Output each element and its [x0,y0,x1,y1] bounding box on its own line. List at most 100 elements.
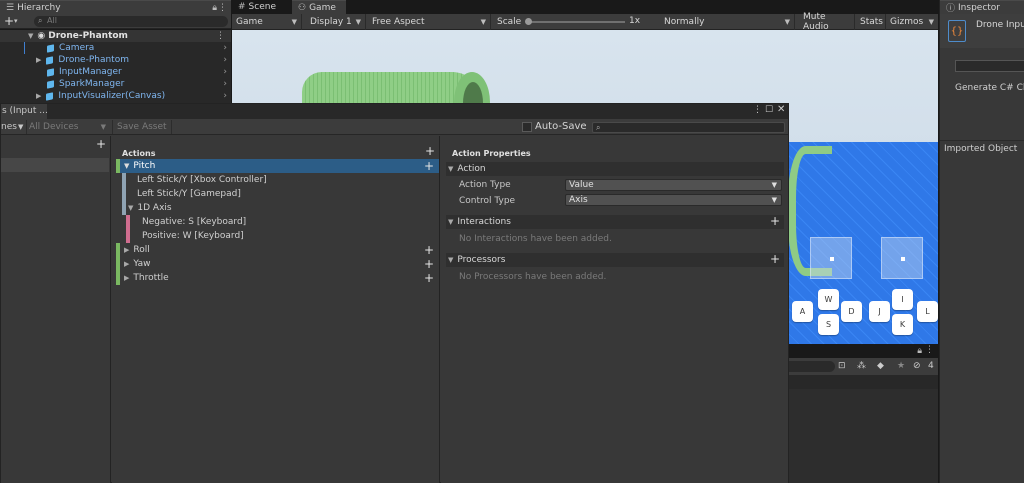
stats-button[interactable]: Stats [856,14,886,30]
chevron-right-icon[interactable]: › [223,43,227,53]
add-binding-button[interactable]: + [424,272,434,284]
lock-icon[interactable]: 🔒︎ [917,346,922,356]
interactions-section-header[interactable]: ▼ Interactions + [446,215,784,229]
binding-row-xbox[interactable]: Left Stick/Y [Xbox Controller] [116,173,439,187]
expand-triangle-icon[interactable]: ▶ [36,56,41,64]
autosave-checkbox[interactable] [522,122,532,132]
dropdown-arrow-icon: ▼ [928,18,934,26]
generate-csharp-class-toggle[interactable]: Generate C# Cla [955,83,1024,93]
composite-row-1d-axis[interactable]: ▼ 1D Axis [116,201,439,215]
scale-slider-track[interactable] [529,21,625,23]
maximize-icon[interactable]: ☐ [765,105,773,115]
devices-dropdown[interactable]: All Devices ▼ [26,120,108,134]
display-dropdown[interactable]: Display 1 ▼ [306,14,366,30]
hierarchy-search-input[interactable]: ⌕ All [34,16,228,27]
aspect-dropdown[interactable]: Free Aspect ▼ [368,14,491,30]
action-row-throttle[interactable]: ▶ Throttle + [116,271,439,285]
action-section-header[interactable]: ▼ Action [446,162,784,176]
expand-triangle-icon[interactable]: ▼ [28,32,33,40]
dropdown-arrow-icon: ▼ [480,18,486,26]
action-row-roll[interactable]: ▶ Roll + [116,243,439,257]
control-schemes-dropdown[interactable]: nes▼ [1,120,23,134]
binding-color-stripe [122,201,126,215]
add-binding-button[interactable]: + [424,244,434,256]
expand-triangle-icon[interactable]: ▼ [448,218,453,226]
expand-triangle-icon[interactable]: ▼ [448,165,453,173]
more-options-icon[interactable]: ⋮ [753,105,762,115]
add-dropdown-arrow-icon[interactable]: ▾ [14,17,18,25]
add-button[interactable]: + [4,14,14,28]
binding-row-gamepad[interactable]: Left Stick/Y [Gamepad] [116,187,439,201]
chevron-right-icon[interactable]: › [223,55,227,65]
binding-color-stripe [122,173,126,187]
collapsed-triangle-icon[interactable]: ▶ [124,246,129,254]
gameobject-cube-icon [46,68,55,77]
window-title-tab[interactable]: s (Input ... [1,104,47,119]
add-binding-button[interactable]: + [424,160,434,172]
action-map-row[interactable] [1,158,109,172]
asset-name-field[interactable] [955,60,1024,72]
action-row-yaw[interactable]: ▶ Yaw + [116,257,439,271]
action-type-dropdown[interactable]: Value ▼ [565,179,782,191]
search-by-label-icon[interactable]: ⁂ [857,361,866,371]
chevron-right-icon[interactable]: › [223,79,227,89]
tab-game[interactable]: ⚇ Game [292,0,346,14]
scene-grid-icon: # [238,2,246,12]
scale-slider-thumb[interactable] [525,18,532,25]
hierarchy-item-inputvisualizer[interactable]: ▶ InputVisualizer(Canvas) › [0,90,231,102]
project-search-input[interactable] [789,361,835,372]
more-options-icon[interactable]: ⋮ [218,3,227,13]
action-search-input[interactable]: ⌕ [592,122,785,133]
vsync-dropdown[interactable]: Normally ▼ [660,14,795,30]
binding-row-negative[interactable]: Negative: S [Keyboard] [116,215,439,229]
collapsed-triangle-icon[interactable]: ▶ [124,260,129,268]
control-type-dropdown[interactable]: Axis ▼ [565,194,782,206]
binding-row-positive[interactable]: Positive: W [Keyboard] [116,229,439,243]
favorite-star-icon[interactable]: ★ [897,361,905,371]
key-l: L [917,301,938,322]
lock-icon[interactable]: 🔒︎ [212,3,217,13]
scale-slider[interactable]: Scale 1x [493,14,658,30]
key-k: K [892,314,913,335]
add-interaction-button[interactable]: + [770,215,780,227]
hierarchy-item-drone-phantom[interactable]: ▶ Drone-Phantom › [0,54,231,66]
more-options-icon[interactable]: ⋮ [925,345,934,355]
info-icon: ⓘ [946,4,956,14]
action-color-stripe [116,159,120,173]
hierarchy-item-sparkmanager[interactable]: SparkManager › [0,78,231,90]
dropdown-arrow-icon: ▼ [771,181,777,189]
close-icon[interactable]: ✕ [777,104,785,115]
hierarchy-item-camera[interactable]: Camera › [0,42,231,54]
expand-triangle-icon[interactable]: ▼ [124,162,129,170]
tab-scene[interactable]: # Scene [232,0,292,14]
game-view-mode-dropdown[interactable]: Game ▼ [232,14,302,30]
tab-hierarchy[interactable]: ☰ Hierarchy 🔒︎ ⋮ [0,0,231,14]
search-by-type-icon[interactable]: ⊡ [838,361,846,371]
add-binding-button[interactable]: + [424,258,434,270]
chevron-right-icon[interactable]: › [223,91,227,101]
add-action-button[interactable]: + [425,145,435,157]
collapsed-triangle-icon[interactable]: ▶ [124,274,129,282]
action-row-pitch[interactable]: ▼ Pitch + [116,159,439,173]
mute-audio-button[interactable]: Mute Audio [799,12,855,32]
dropdown-arrow-icon: ▼ [784,18,790,26]
hierarchy-tab-strip: ☰ Hierarchy 🔒︎ ⋮ [0,0,231,14]
key-a: A [792,301,813,322]
expand-triangle-icon[interactable]: ▶ [36,92,41,100]
scene-options-icon[interactable]: ⋮ [216,31,225,41]
gizmos-dropdown[interactable]: Gizmos ▼ [886,14,938,30]
hierarchy-item-inputmanager[interactable]: InputManager › [0,66,231,78]
processors-section-header[interactable]: ▼ Processors + [446,253,784,267]
expand-triangle-icon[interactable]: ▼ [448,256,453,264]
tab-inspector[interactable]: ⓘ Inspector [940,0,1024,14]
chevron-right-icon[interactable]: › [223,67,227,77]
hidden-packages-icon[interactable]: ⊘ [913,361,921,371]
save-asset-button[interactable]: Save Asset [112,120,172,134]
tag-icon[interactable]: ◆ [877,361,884,371]
unity-scene-icon: ◉ [37,31,46,41]
add-processor-button[interactable]: + [770,253,780,265]
add-action-map-button[interactable]: + [96,138,106,150]
expand-triangle-icon[interactable]: ▼ [128,204,133,212]
scene-row[interactable]: ▼ ◉ Drone-Phantom ⋮ [0,30,231,42]
dropdown-arrow-icon: ▼ [100,123,106,131]
